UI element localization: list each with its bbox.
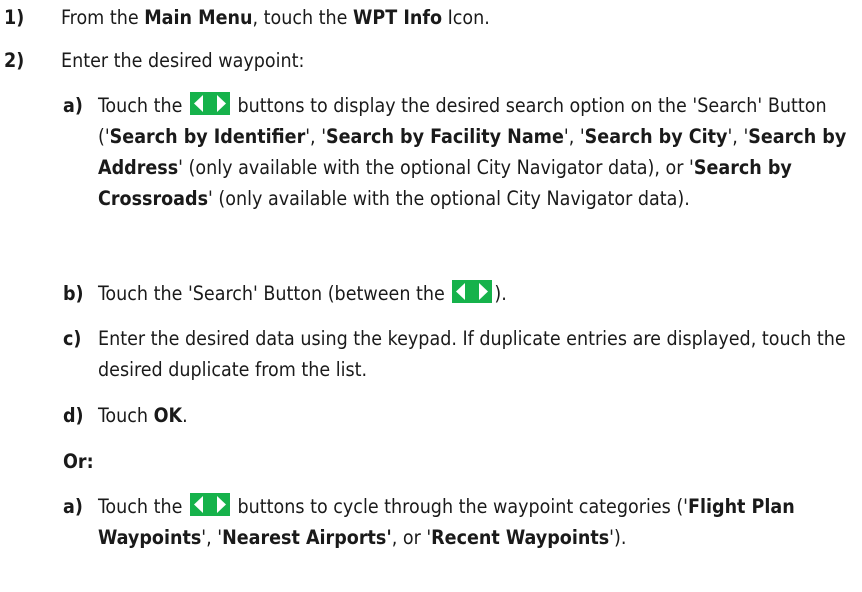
left-right-arrow-buttons-icon [189, 92, 230, 115]
substep-text: Touch OK. [98, 404, 188, 427]
wpt-info-label: WPT Info [353, 6, 443, 29]
step-number: 2) [4, 49, 25, 72]
substep-label: a) [63, 495, 83, 518]
substep-text: Touch the buttons to cycle through the w… [98, 493, 795, 549]
substep-label: b) [63, 282, 84, 305]
substep-text: Enter the desired data using the keypad.… [98, 327, 846, 381]
or-label: Or: [63, 450, 94, 473]
step-number: 1) [4, 6, 25, 29]
step-text: Enter the desired waypoint: [61, 49, 305, 72]
substep-text: Touch the buttons to display the desired… [98, 92, 847, 210]
ok-label: OK [153, 404, 183, 427]
left-right-arrow-buttons-icon [452, 280, 493, 303]
substep-label: c) [63, 327, 82, 350]
main-menu-label: Main Menu [144, 6, 253, 29]
left-right-arrow-buttons-icon [189, 493, 230, 516]
step-text: From the Main Menu, touch the WPT Info I… [61, 6, 490, 29]
substep-label: a) [63, 94, 83, 117]
substep-label: d) [63, 404, 84, 427]
substep-text: Touch the 'Search' Button (between the )… [98, 280, 507, 305]
